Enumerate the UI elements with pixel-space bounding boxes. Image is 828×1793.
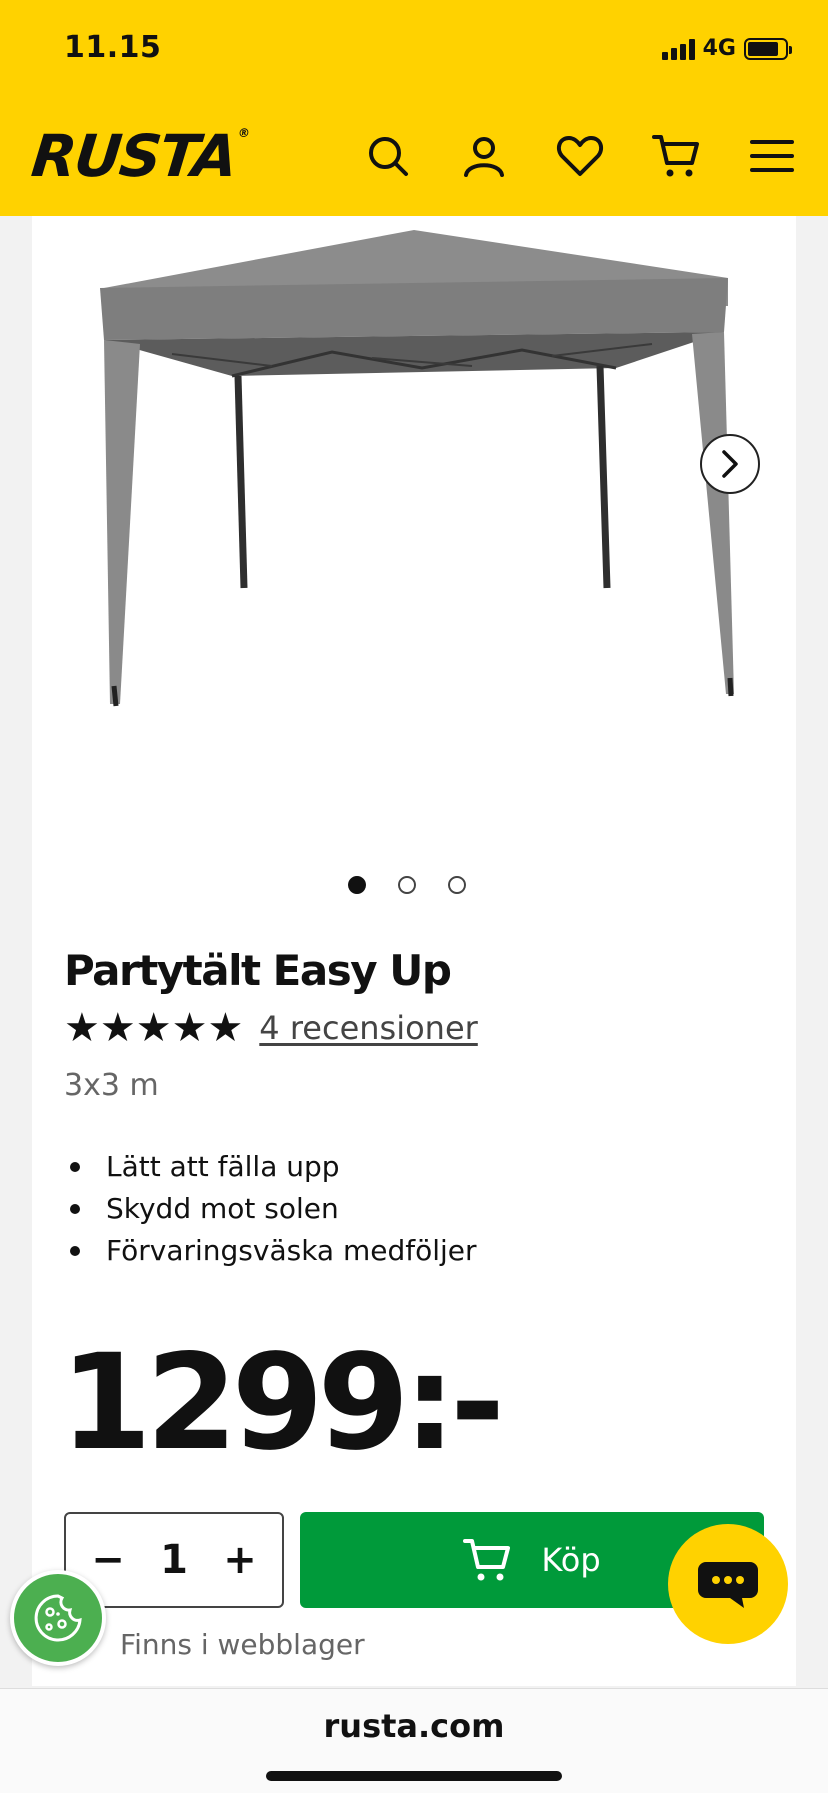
- star-icon: ★: [135, 1005, 172, 1051]
- heart-icon[interactable]: [552, 128, 608, 184]
- product-card: Partytält Easy Up ★ ★ ★ ★ ★ 4 recensione…: [32, 216, 796, 1686]
- url-label[interactable]: rusta.com: [0, 1707, 828, 1745]
- feature-item: Förvaringsväska medföljer: [64, 1230, 477, 1272]
- browser-url-bar: rusta.com: [0, 1688, 828, 1793]
- product-title: Partytält Easy Up: [64, 946, 452, 995]
- quantity-value[interactable]: 1: [160, 1537, 188, 1583]
- gallery-dot[interactable]: [348, 876, 366, 894]
- chat-icon: [698, 1562, 758, 1608]
- increase-quantity-button[interactable]: +: [222, 1537, 258, 1583]
- star-icon: ★: [207, 1005, 244, 1051]
- search-icon[interactable]: [360, 128, 416, 184]
- network-label: 4G: [702, 36, 736, 61]
- gallery-pagination: [348, 876, 466, 894]
- rating-stars: ★ ★ ★ ★ ★: [64, 1006, 243, 1050]
- feature-list: Lätt att fälla upp Skydd mot solen Förva…: [64, 1146, 477, 1272]
- rusta-logo[interactable]: RUSTA®: [28, 122, 249, 190]
- site-header: RUSTA®: [0, 100, 828, 216]
- star-icon: ★: [99, 1005, 136, 1051]
- signal-icon: [661, 38, 695, 60]
- cart-icon[interactable]: [648, 128, 704, 184]
- status-indicators: 4G: [661, 36, 792, 61]
- account-icon[interactable]: [456, 128, 512, 184]
- chevron-right-icon: [722, 450, 738, 478]
- product-image: [100, 230, 734, 707]
- star-icon: ★: [64, 1005, 100, 1051]
- product-image-gallery[interactable]: [32, 216, 796, 876]
- gallery-dot[interactable]: [448, 876, 466, 894]
- chat-button[interactable]: [668, 1524, 788, 1644]
- product-rating: ★ ★ ★ ★ ★ 4 recensioner: [64, 1006, 478, 1050]
- status-bar: 11.15 4G: [0, 0, 828, 100]
- buy-label: Köp: [541, 1541, 601, 1579]
- menu-icon[interactable]: [744, 128, 800, 184]
- feature-item: Lätt att fälla upp: [64, 1146, 477, 1188]
- decrease-quantity-button[interactable]: −: [90, 1537, 126, 1583]
- cookie-settings-button[interactable]: [10, 1570, 106, 1666]
- gallery-next-button[interactable]: [700, 434, 760, 494]
- reviews-link[interactable]: 4 recensioner: [259, 1009, 478, 1047]
- stock-status: Finns i webblager: [120, 1628, 365, 1661]
- product-price: 1299:-: [60, 1326, 505, 1480]
- gallery-dot[interactable]: [398, 876, 416, 894]
- battery-icon: [744, 37, 792, 60]
- star-icon: ★: [171, 1005, 208, 1051]
- home-indicator[interactable]: [266, 1771, 562, 1781]
- product-size: 3x3 m: [64, 1068, 159, 1103]
- status-time: 11.15: [64, 30, 162, 65]
- feature-item: Skydd mot solen: [64, 1188, 477, 1230]
- cart-icon: [463, 1539, 511, 1581]
- cookie-icon: [34, 1594, 82, 1642]
